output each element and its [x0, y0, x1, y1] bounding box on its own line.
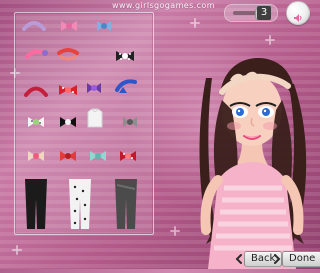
item-hair-clip-pink[interactable] — [23, 43, 49, 65]
item-bow-white-dots[interactable] — [23, 111, 49, 133]
sound-toggle-button[interactable] — [286, 1, 310, 25]
done-button[interactable]: Done — [274, 251, 320, 267]
sparkle-2 — [265, 35, 275, 45]
back-arrow-icon — [235, 254, 242, 264]
item-bow-cream[interactable] — [23, 145, 49, 167]
item-headband-lavender[interactable] — [21, 15, 47, 37]
item-bow-black[interactable] — [55, 111, 81, 133]
music-count: 3 — [257, 6, 271, 20]
item-bow-black-polka[interactable] — [112, 45, 138, 67]
sparkle-6 — [12, 245, 22, 255]
items-panel — [14, 12, 154, 235]
sparkle-1 — [190, 18, 200, 28]
item-bow-pink[interactable] — [56, 15, 82, 37]
done-arrow-icon — [274, 254, 281, 264]
item-headband-red[interactable] — [23, 79, 49, 101]
item-hair-clip-red[interactable] — [55, 43, 81, 65]
avatar-girl — [178, 48, 320, 269]
item-leggings-dots[interactable] — [61, 177, 99, 231]
item-top-white[interactable] — [82, 107, 108, 129]
speaker-icon — [293, 8, 303, 22]
item-leggings-black[interactable] — [17, 177, 55, 231]
item-bow-gray[interactable] — [117, 111, 143, 133]
item-bow-purple[interactable] — [81, 77, 107, 99]
item-bow-blue[interactable] — [91, 15, 117, 37]
music-volume-control[interactable]: 3 — [224, 4, 278, 22]
item-leggings-gray[interactable] — [107, 177, 145, 231]
item-ribbon-blue[interactable] — [113, 75, 139, 97]
item-bow-red-polka[interactable] — [55, 79, 81, 101]
done-label: Done — [289, 253, 316, 264]
item-bow-red[interactable] — [55, 145, 81, 167]
back-label: Back — [251, 253, 276, 264]
item-bow-red-polka-small[interactable] — [115, 145, 141, 167]
item-bow-aqua[interactable] — [85, 145, 111, 167]
watermark-text: www.girlsgogames.com — [112, 1, 215, 10]
